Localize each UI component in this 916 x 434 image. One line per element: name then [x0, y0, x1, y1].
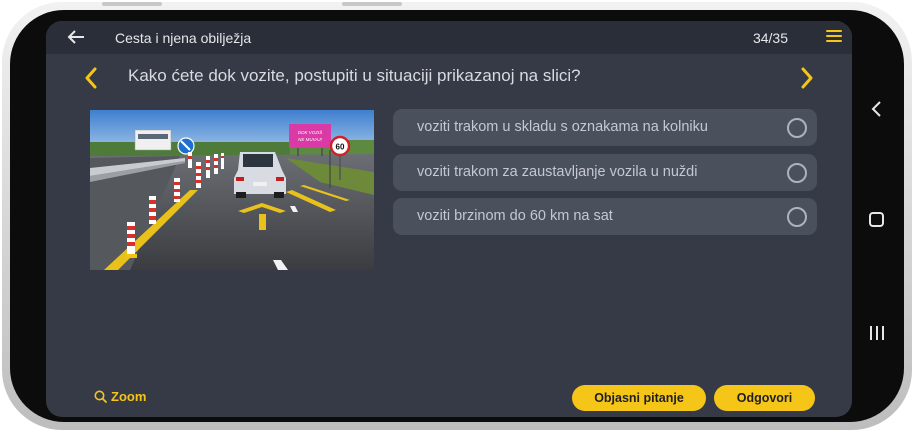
system-back-icon[interactable]: [868, 100, 886, 118]
answer-option-label: voziti trakom za zaustavljanje vozila u …: [417, 164, 698, 180]
screen-title: Cesta i njena obilježja: [115, 30, 252, 46]
submit-answer-button[interactable]: Odgovori: [714, 385, 815, 411]
svg-text:60: 60: [336, 143, 345, 152]
radio-button[interactable]: [787, 207, 807, 227]
back-arrow-icon[interactable]: [66, 27, 86, 47]
top-bar: Cesta i njena obilježja 34/35: [46, 21, 852, 54]
radio-button[interactable]: [787, 118, 807, 138]
next-question-icon[interactable]: [800, 67, 814, 89]
system-home-icon[interactable]: [868, 211, 886, 229]
radio-button[interactable]: [787, 163, 807, 183]
answer-option-label: voziti brzinom do 60 km na sat: [417, 208, 613, 224]
zoom-label: Zoom: [111, 389, 147, 404]
app-screen: Cesta i njena obilježja 34/35 Kako ćete …: [46, 21, 852, 417]
answer-option-label: voziti trakom u skladu s oznakama na kol…: [417, 119, 708, 135]
question-image[interactable]: DOK VOZIŠ NE MUVAJ! 60: [90, 110, 374, 270]
previous-question-icon[interactable]: [84, 67, 98, 89]
menu-icon[interactable]: [826, 30, 842, 44]
question-counter: 34/35: [752, 30, 788, 46]
question-text: Kako ćete dok vozite, postupiti u situac…: [128, 66, 581, 85]
explain-question-button[interactable]: Objasni pitanje: [572, 385, 706, 411]
answer-option-3[interactable]: voziti brzinom do 60 km na sat: [393, 198, 817, 235]
search-icon: [94, 390, 107, 403]
svg-text:NE MUVAJ!: NE MUVAJ!: [298, 137, 323, 142]
answer-option-2[interactable]: voziti trakom za zaustavljanje vozila u …: [393, 154, 817, 191]
answer-option-1[interactable]: voziti trakom u skladu s oznakama na kol…: [393, 109, 817, 146]
zoom-button[interactable]: Zoom: [94, 389, 146, 404]
svg-text:DOK VOZIŠ: DOK VOZIŠ: [298, 129, 323, 135]
system-recents-icon[interactable]: [868, 324, 886, 342]
